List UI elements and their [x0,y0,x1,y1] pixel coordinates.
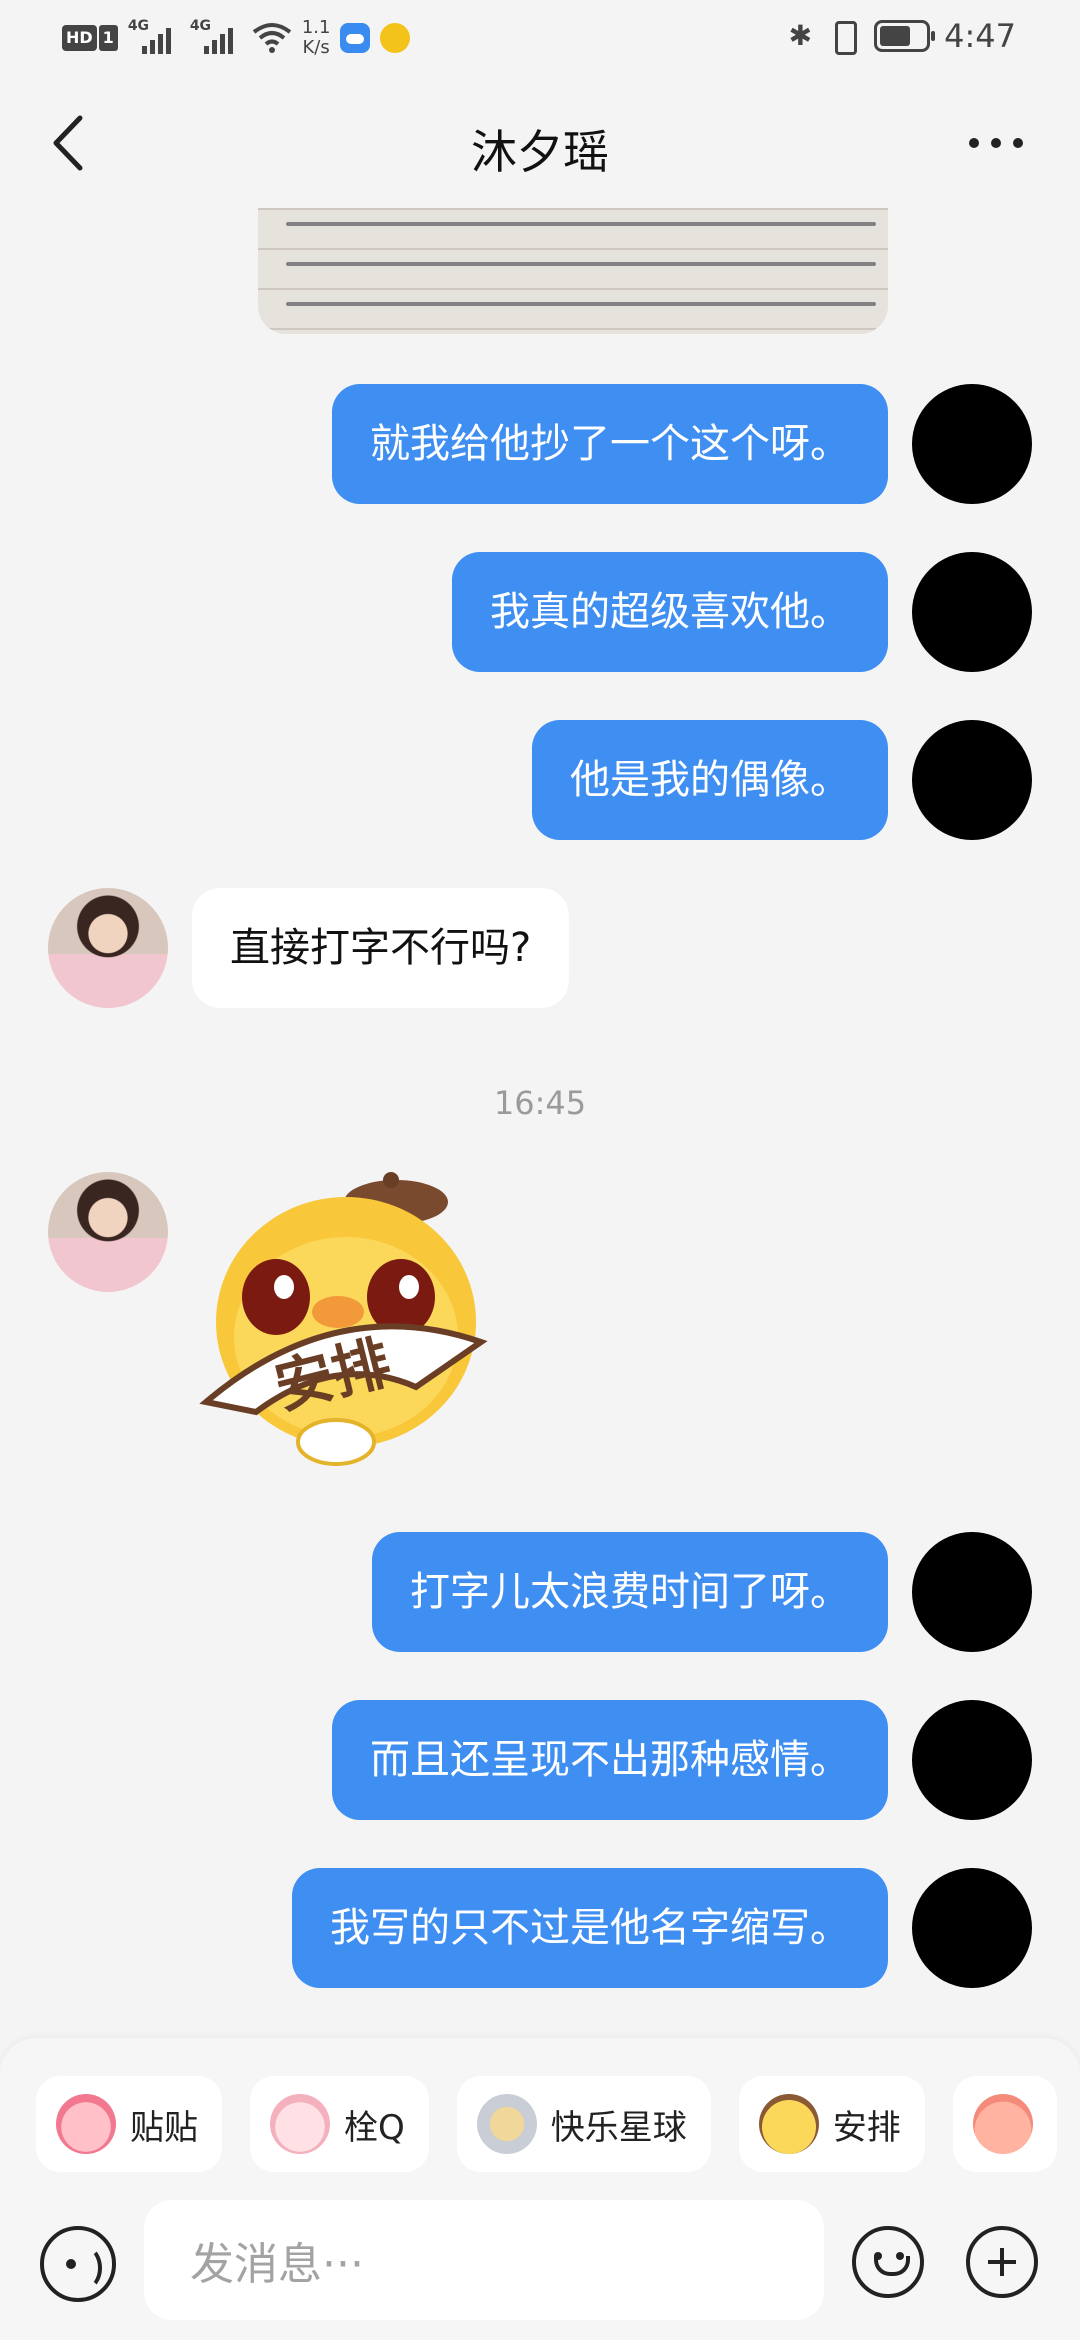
sim-label: 1 [98,25,118,51]
outgoing-bubble[interactable]: 而且还呈现不出那种感情。 [332,1700,888,1820]
duck-sticker-message[interactable]: 安排 [196,1172,506,1472]
contact-avatar[interactable] [48,888,168,1008]
vibrate-icon [826,19,860,55]
mascot-app-icon [380,23,411,53]
duck-sticker-icon [758,2094,819,2154]
message-row: 打字儿太浪费时间了呀。 [0,1532,1080,1652]
message-row: 而且还呈现不出那种感情。 [0,1700,1080,1820]
message-row: 我真的超级喜欢他。 [0,552,1080,672]
bluetooth-icon: ✱ [788,19,813,52]
contact-avatar[interactable] [48,1172,168,1292]
astronaut-sticker-icon [476,2094,537,2154]
outgoing-bubble[interactable]: 就我给他抄了一个这个呀。 [332,384,888,504]
chat-header: 沐夕瑶 [0,78,1080,208]
signal-icon: 4G [128,18,180,56]
more-button[interactable] [956,108,1036,178]
my-avatar[interactable] [912,1532,1032,1652]
chip-tietie[interactable]: 贴贴 [36,2076,222,2172]
chip-label: 栓Q [344,2107,405,2148]
status-bar: HD 1 4G 4G 1.1 K/s ✱ 4:47 [0,0,1080,78]
incoming-bubble[interactable]: 直接打字不行吗? [192,888,570,1008]
outgoing-bubble[interactable]: 他是我的偶像。 [532,720,888,840]
pig-sticker-icon [270,2094,330,2154]
my-avatar[interactable] [912,1868,1032,1988]
wifi-icon [252,23,292,53]
outgoing-bubble[interactable]: 打字儿太浪费时间了呀。 [372,1532,888,1652]
message-row: 他是我的偶像。 [0,720,1080,840]
my-avatar[interactable] [912,1700,1032,1820]
emoji-button[interactable] [852,2226,924,2298]
message-row: 就我给他抄了一个这个呀。 [0,384,1080,504]
duck-sticker-icon: 安排 [199,1172,488,1466]
speed-unit: K/s [302,37,330,58]
signal-icon-2: 4G [190,18,242,56]
message-row: 安排 [0,1172,1080,1492]
chip-label: 安排 [832,2107,901,2148]
status-time: 4:47 [944,17,1016,55]
chip-shuanq[interactable]: 栓Q [250,2076,429,2172]
handwriting-image-message[interactable] [258,208,888,334]
speed-value: 1.1 [301,17,331,38]
chip-happy-planet[interactable]: 快乐星球 [456,2076,711,2172]
input-placeholder: 发消息··· [190,2239,364,2290]
hd-badge: HD 1 [62,25,118,51]
peach-sticker-icon [972,2094,1033,2154]
voice-button[interactable] [40,2226,116,2302]
my-avatar[interactable] [912,552,1032,672]
message-timestamp: 16:45 [493,1084,587,1122]
my-avatar[interactable] [912,720,1032,840]
battery-icon [874,20,936,52]
outgoing-bubble[interactable]: 我真的超级喜欢他。 [452,552,888,672]
message-list[interactable]: 就我给他抄了一个这个呀。 我真的超级喜欢他。 他是我的偶像。 直接打字不行吗? … [0,208,1080,2038]
outgoing-bubble[interactable]: 我写的只不过是他名字缩写。 [292,1868,888,1988]
cloud-app-icon [340,23,371,53]
status-left: HD 1 4G 4G 1.1 K/s [62,18,411,58]
network-speed: 1.1 K/s [302,18,331,58]
chip-peach[interactable] [952,2076,1057,2172]
quick-sticker-bar[interactable]: 贴贴 栓Q 快乐星球 安排 [36,2076,1057,2172]
chip-label: 快乐星球 [550,2107,687,2148]
chip-anpai[interactable]: 安排 [738,2076,925,2172]
plus-button[interactable] [966,2226,1038,2298]
my-avatar[interactable] [912,384,1032,504]
message-row: 我写的只不过是他名字缩写。 [0,1868,1080,1988]
composer-panel: 贴贴 栓Q 快乐星球 安排 发消息··· [0,2038,1080,2340]
hd-label: HD [62,25,97,51]
chip-label: 贴贴 [130,2107,198,2148]
blush-sticker-icon [56,2094,116,2154]
status-right: ✱ 4:47 [789,16,1016,56]
chat-title: 沐夕瑶 [471,125,609,179]
message-row: 直接打字不行吗? [0,888,1080,1008]
message-input[interactable]: 发消息··· [144,2200,824,2320]
more-dots-icon [969,138,979,148]
